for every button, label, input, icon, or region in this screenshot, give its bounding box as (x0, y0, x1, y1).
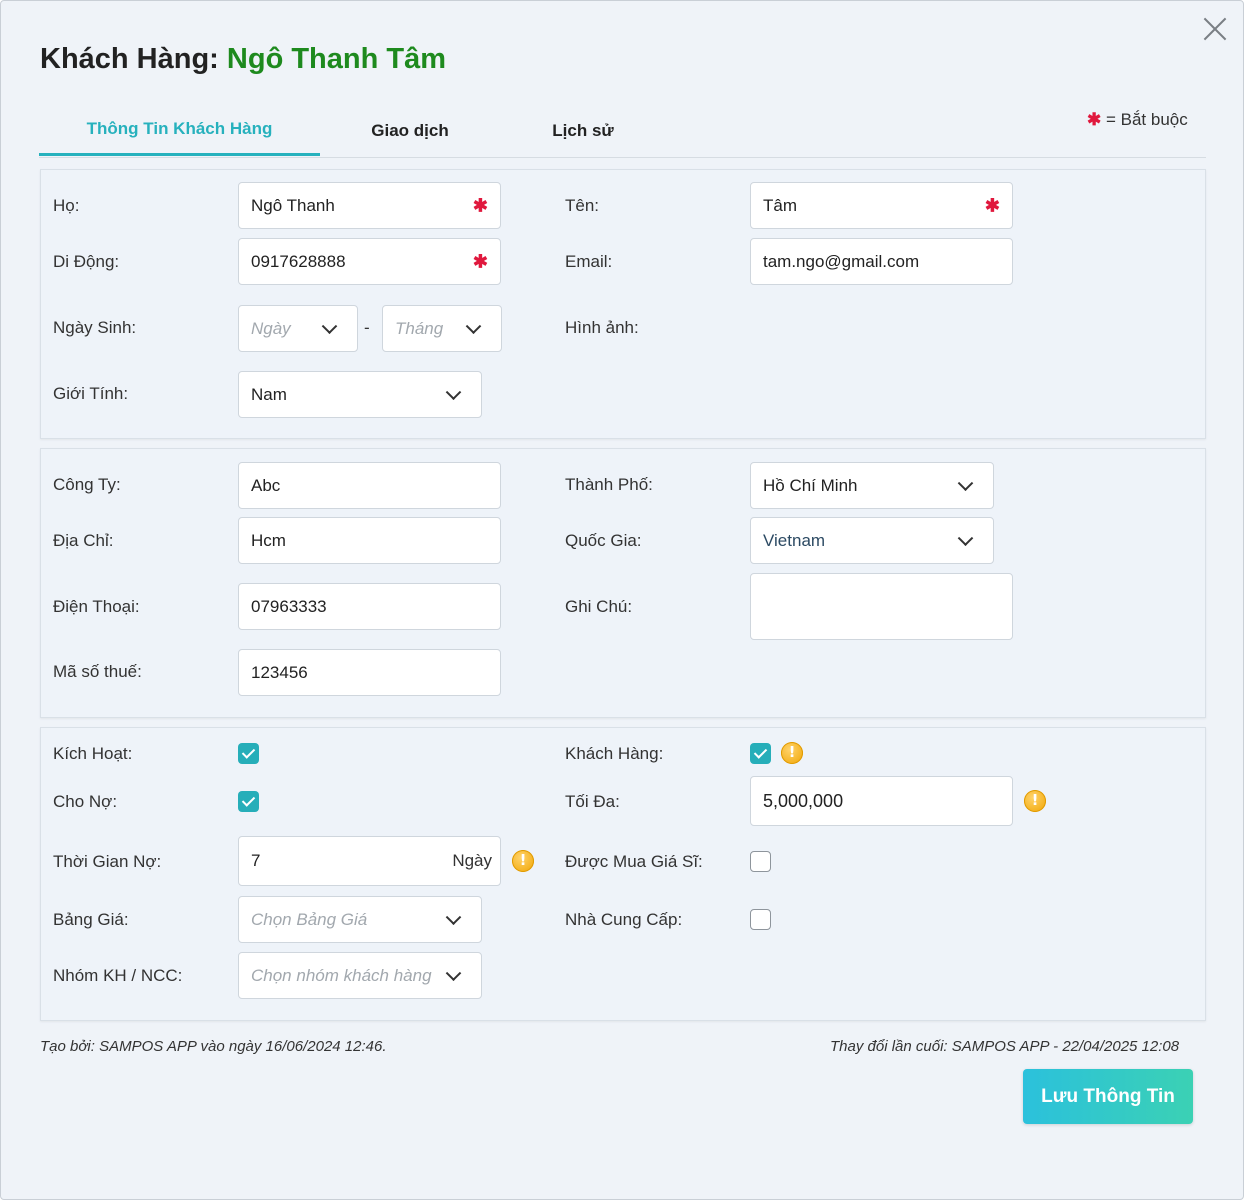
warning-icon[interactable] (512, 850, 534, 872)
modified-info: Thay đổi lần cuối: SAMPOS APP - 22/04/20… (830, 1038, 1180, 1055)
mobile-input[interactable]: 0917628888 ✱ (238, 238, 501, 285)
required-star-icon: ✱ (472, 251, 488, 271)
debt-time-value: 7 (251, 851, 261, 870)
note-label: Ghi Chú: (565, 597, 633, 616)
email-label: Email: (565, 252, 613, 271)
tab-history[interactable]: Lịch sử (539, 105, 627, 156)
required-star-icon: ✱ (472, 195, 488, 215)
address-input[interactable]: Hcm (238, 517, 501, 564)
gender-value: Nam (251, 384, 287, 404)
birthday-day-select[interactable]: Ngày (238, 305, 358, 352)
mobile-label: Di Động: (53, 252, 120, 271)
debt-checkbox[interactable] (238, 791, 259, 812)
customer-label: Khách Hàng: (565, 744, 664, 763)
address-value: Hcm (251, 530, 286, 550)
address-label: Địa Chỉ: (53, 531, 114, 550)
customer-checkbox[interactable] (750, 743, 771, 764)
date-separator: - (364, 318, 370, 337)
tab-bar: Thông Tin Khách Hàng Giao dịch Lịch sử (39, 105, 1206, 158)
chevron-down-icon (321, 317, 338, 334)
chevron-down-icon (445, 964, 462, 981)
tab-customer-info[interactable]: Thông Tin Khách Hàng (39, 105, 320, 156)
tax-label: Mã số thuế: (53, 662, 142, 681)
birthday-label: Ngày Sinh: (53, 318, 137, 337)
company-label: Công Ty: (53, 475, 121, 494)
chevron-down-icon (957, 529, 974, 546)
city-value: Hồ Chí Minh (763, 475, 858, 495)
page-title: Khách Hàng: Ngô Thanh Tâm (40, 43, 446, 76)
city-select[interactable]: Hồ Chí Minh (750, 462, 994, 509)
required-star-icon: ✱ (1087, 110, 1102, 129)
tab-transactions[interactable]: Giao dịch (359, 105, 461, 156)
debt-time-input[interactable]: 7 Ngày (238, 836, 501, 886)
wholesale-label: Được Mua Giá Sĩ: (565, 852, 703, 871)
last-name-value: Ngô Thanh (251, 195, 335, 215)
debt-label: Cho Nợ: (53, 792, 118, 811)
phone-label: Điện Thoại: (53, 597, 140, 616)
warning-icon[interactable] (1024, 790, 1046, 812)
chevron-down-icon (445, 383, 462, 400)
phone-value: 07963333 (251, 596, 327, 616)
chevron-down-icon (445, 908, 462, 925)
price-list-placeholder: Chọn Bảng Giá (251, 909, 368, 929)
company-value: Abc (251, 475, 281, 495)
max-debt-input[interactable]: 5,000,000 (750, 776, 1013, 826)
month-placeholder: Tháng (395, 318, 444, 338)
last-name-label: Họ: (53, 196, 80, 215)
max-label: Tối Đa: (565, 792, 620, 811)
save-button[interactable]: Lưu Thông Tin (1023, 1069, 1193, 1124)
first-name-label: Tên: (565, 196, 600, 215)
personal-section: Họ: Ngô Thanh ✱ Tên: Tâm ✱ Di Động: 0917… (40, 169, 1206, 439)
title-prefix: Khách Hàng: (40, 43, 219, 75)
tax-value: 123456 (251, 662, 308, 682)
active-checkbox[interactable] (238, 743, 259, 764)
required-note-text: = Bắt buộc (1105, 110, 1188, 129)
customer-name: Ngô Thanh Tâm (226, 43, 447, 75)
company-section: Công Ty: Abc Thành Phố: Hồ Chí Minh Địa … (40, 448, 1206, 718)
price-list-select[interactable]: Chọn Bảng Giá (238, 896, 482, 943)
settings-section: Kích Hoạt: Khách Hàng: Cho Nợ: Tối Đa: 5… (40, 727, 1206, 1021)
day-placeholder: Ngày (251, 318, 291, 338)
country-value: Vietnam (763, 530, 826, 550)
city-label: Thành Phố: (565, 475, 653, 494)
email-value: tam.ngo@gmail.com (763, 251, 920, 271)
required-star-icon: ✱ (984, 195, 1000, 215)
supplier-label: Nhà Cung Cấp: (565, 910, 683, 929)
max-debt-value: 5,000,000 (763, 790, 844, 811)
chevron-down-icon (957, 474, 974, 491)
debt-time-unit: Ngày (452, 851, 492, 870)
debt-time-label: Thời Gian Nợ: (53, 852, 162, 871)
country-label: Quốc Gia: (565, 531, 642, 550)
company-input[interactable]: Abc (238, 462, 501, 509)
mobile-value: 0917628888 (251, 251, 346, 271)
wholesale-checkbox[interactable] (750, 851, 771, 872)
phone-input[interactable]: 07963333 (238, 583, 501, 630)
group-label: Nhóm KH / NCC: (53, 966, 183, 985)
customer-modal: Khách Hàng: Ngô Thanh Tâm Thông Tin Khác… (0, 0, 1244, 1200)
image-label: Hình ảnh: (565, 318, 639, 337)
gender-label: Giới Tính: (53, 384, 129, 403)
email-input[interactable]: tam.ngo@gmail.com (750, 238, 1013, 285)
gender-select[interactable]: Nam (238, 371, 482, 418)
last-name-input[interactable]: Ngô Thanh ✱ (238, 182, 501, 229)
active-label: Kích Hoạt: (53, 744, 133, 763)
price-list-label: Bảng Giá: (53, 910, 129, 929)
created-info: Tạo bởi: SAMPOS APP vào ngày 16/06/2024 … (40, 1038, 387, 1055)
first-name-input[interactable]: Tâm ✱ (750, 182, 1013, 229)
group-placeholder: Chọn nhóm khách hàng (251, 965, 432, 985)
chevron-down-icon (465, 317, 482, 334)
note-textarea[interactable] (750, 573, 1013, 640)
country-select[interactable]: Vietnam (750, 517, 994, 564)
required-note: ✱ = Bắt buộc (1087, 110, 1188, 130)
tax-input[interactable]: 123456 (238, 649, 501, 696)
first-name-value: Tâm (763, 195, 797, 215)
close-icon[interactable] (1202, 16, 1228, 42)
supplier-checkbox[interactable] (750, 909, 771, 930)
group-select[interactable]: Chọn nhóm khách hàng (238, 952, 482, 999)
warning-icon[interactable] (781, 742, 803, 764)
birthday-month-select[interactable]: Tháng (382, 305, 502, 352)
